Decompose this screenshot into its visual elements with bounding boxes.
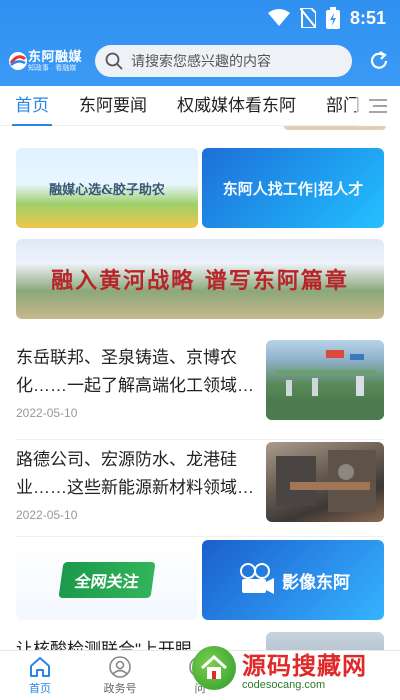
banner-media-farm[interactable]: 融媒心选&胶子助农 bbox=[16, 148, 198, 228]
home-icon bbox=[30, 657, 50, 677]
previous-banner-edge bbox=[284, 126, 386, 130]
article-date: 2022-05-10 bbox=[16, 508, 78, 522]
status-bar: 8:51 bbox=[0, 0, 400, 36]
article-date: 2022-05-10 bbox=[16, 406, 78, 420]
no-sim-icon bbox=[299, 8, 316, 28]
article-thumbnail bbox=[266, 340, 384, 420]
refresh-button[interactable] bbox=[366, 48, 392, 74]
banner-video-donga[interactable]: 影像东阿 bbox=[202, 540, 384, 620]
logo-swoosh-icon bbox=[9, 52, 27, 70]
nav-home[interactable]: 首页 bbox=[0, 651, 80, 700]
tab-donga-news[interactable]: 东阿要闻 bbox=[64, 86, 162, 126]
app-bar: 东阿融媒 知政事 · 看融媒 请搜索您感兴趣的内容 bbox=[0, 36, 400, 86]
article-thumbnail bbox=[266, 632, 384, 650]
category-tabs: 首页 东阿要闻 权威媒体看东阿 部门 bbox=[0, 86, 400, 126]
top-header: 8:51 东阿融媒 知政事 · 看融媒 请搜索您感兴趣的内容 bbox=[0, 0, 400, 86]
article-title: 东岳联邦、圣泉铸造、京博农化……一起了解高端化工领域… bbox=[16, 348, 254, 395]
menu-icon bbox=[369, 99, 387, 113]
search-icon bbox=[105, 52, 123, 70]
user-icon bbox=[109, 656, 131, 678]
question-icon bbox=[189, 656, 211, 678]
banner-yellow-river[interactable]: 融入黄河战略 谱写东阿篇章 bbox=[16, 239, 384, 319]
nav-government[interactable]: 政务号 bbox=[80, 651, 160, 700]
divider bbox=[16, 536, 384, 537]
banner-all-network-focus[interactable]: 全网关注 bbox=[16, 540, 198, 620]
article-title: 让核酸检测联合"上开眼 bbox=[16, 640, 193, 650]
film-camera-icon bbox=[240, 563, 274, 594]
tab-media-view[interactable]: 权威媒体看东阿 bbox=[162, 86, 311, 126]
tab-home[interactable]: 首页 bbox=[0, 86, 64, 126]
logo-main-text: 东阿融媒 bbox=[28, 49, 83, 64]
feed-content: 融媒心选&胶子助农 东阿人找工作|招人才 融入黄河战略 谱写东阿篇章 东岳联邦、… bbox=[0, 126, 400, 650]
refresh-icon bbox=[371, 51, 388, 69]
article-item[interactable]: 让核酸检测联合"上开眼 bbox=[16, 632, 384, 650]
tab-menu-button[interactable] bbox=[356, 86, 400, 126]
article-title: 路德公司、宏源防水、龙港硅业……这些新能源新材料领域… bbox=[16, 450, 254, 497]
app-logo[interactable]: 东阿融媒 知政事 · 看融媒 bbox=[8, 43, 91, 79]
article-item[interactable]: 路德公司、宏源防水、龙港硅业……这些新能源新材料领域… 2022-05-10 bbox=[16, 442, 384, 538]
battery-charging-icon bbox=[325, 7, 340, 29]
wifi-icon bbox=[267, 9, 290, 27]
article-item[interactable]: 东岳联邦、圣泉铸造、京博农化……一起了解高端化工领域… 2022-05-10 bbox=[16, 340, 384, 436]
logo-sub-text: 知政事 · 看融媒 bbox=[28, 65, 77, 72]
status-time: 8:51 bbox=[349, 7, 386, 28]
banner-jobs[interactable]: 东阿人找工作|招人才 bbox=[202, 148, 384, 228]
search-input[interactable]: 请搜索您感兴趣的内容 bbox=[95, 45, 353, 77]
nav-question[interactable]: 问 bbox=[160, 651, 240, 700]
bottom-navigation: 首页 政务号 问 bbox=[0, 650, 400, 700]
article-thumbnail bbox=[266, 442, 384, 522]
divider bbox=[16, 439, 384, 440]
search-placeholder: 请搜索您感兴趣的内容 bbox=[131, 53, 272, 69]
